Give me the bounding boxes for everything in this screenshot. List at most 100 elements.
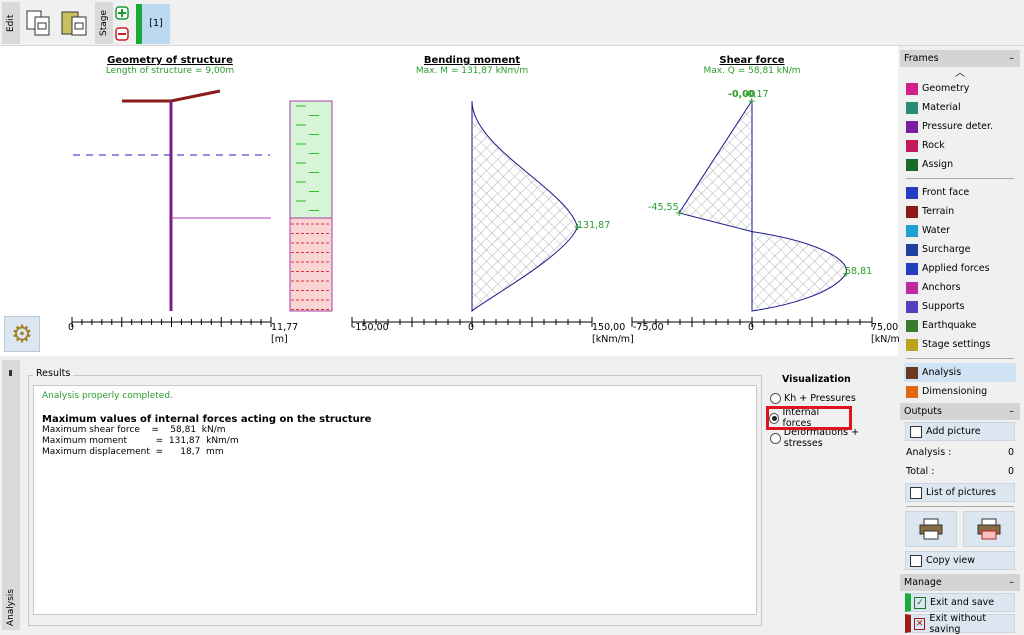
sidebar-item-supports[interactable]: Supports — [900, 297, 1020, 316]
result-line: Maximum moment = 131,87 kNm/m — [42, 436, 239, 446]
shear-min-label: -45,55 — [648, 202, 679, 213]
drawing-canvas[interactable]: Geometry of structure Length of structur… — [0, 46, 903, 356]
sidebar: Frames – ︿ Geometry Material Pressure deter… — [900, 50, 1020, 635]
sidebar-item-geometry[interactable]: Geometry — [900, 79, 1020, 98]
terrain-line — [122, 89, 221, 103]
pressure-deter-icon — [906, 120, 918, 133]
sidebar-item-terrain[interactable]: Terrain — [900, 202, 1020, 221]
toolbar: Edit Stage [1] — [0, 0, 1024, 46]
sidebar-item-anchors[interactable]: Anchors — [900, 278, 1020, 297]
sidebar-item-surcharge[interactable]: Surcharge — [900, 240, 1020, 259]
shear-curve-negative — [678, 100, 753, 233]
shear-axis-max: 75,00 — [871, 322, 899, 333]
result-line: Maximum shear force = 58,81 kN/m — [42, 425, 226, 435]
list-pictures-button[interactable]: List of pictures — [905, 483, 1015, 502]
sidebar-item-stage-settings[interactable]: Stage settings — [900, 335, 1020, 354]
pin-icon — [9, 370, 12, 376]
soil-layer-2 — [289, 217, 333, 312]
analysis-count: 0 — [1007, 447, 1014, 458]
geometry-axis-max: 11,77 — [271, 322, 299, 333]
geometry-axis-unit: [m] — [271, 334, 288, 345]
radio-internal-forces[interactable]: Internal forces — [766, 406, 852, 430]
copy-view-button[interactable]: Copy view — [905, 551, 1015, 570]
exit-and-save-button[interactable]: ✓ Exit and save — [905, 593, 1015, 612]
stage-tab[interactable]: Stage — [95, 2, 113, 44]
soil-layer-1 — [289, 100, 333, 219]
outputs-header[interactable]: Outputs – — [900, 403, 1020, 420]
results-group-label: Results — [33, 368, 74, 379]
moment-curve — [471, 100, 579, 313]
sidebar-item-front-face[interactable]: Front face — [900, 183, 1020, 202]
moment-peak-label: 131,87 — [577, 220, 611, 231]
sidebar-item-applied-forces[interactable]: Applied forces — [900, 259, 1020, 278]
results-heading: Maximum values of internal forces acting… — [42, 414, 372, 425]
moment-axis-zero: 0 — [468, 322, 475, 333]
copy-icon[interactable] — [24, 8, 54, 38]
stage-1-button[interactable]: [1] — [136, 4, 170, 44]
scroll-up-icon[interactable]: ︿ — [900, 67, 1020, 79]
total-count: 0 — [1007, 466, 1014, 477]
status-text: Analysis properly completed. — [42, 391, 173, 401]
settings-gear-icon[interactable]: ⚙ — [4, 316, 40, 352]
add-stage-icon[interactable] — [115, 6, 129, 20]
applied-forces-icon — [906, 262, 918, 275]
moment-axis-min: -150,00 — [352, 322, 389, 333]
front-face-icon — [906, 186, 918, 199]
moment-axis-unit: [kNm/m] — [592, 334, 634, 345]
sidebar-item-rock[interactable]: Rock — [900, 136, 1020, 155]
radio-deformations-stresses[interactable]: Deformations + stresses — [770, 427, 898, 449]
shear-axis-min: -75,00 — [633, 322, 664, 333]
geometry-drawing — [73, 89, 333, 312]
rock-icon — [906, 139, 918, 152]
results-text: Analysis properly completed. Maximum val… — [33, 385, 757, 615]
add-picture-button[interactable]: Add picture — [905, 422, 1015, 441]
print-button[interactable] — [905, 511, 957, 547]
moment-axis-max: 150,00 — [592, 322, 626, 333]
shear-curve-positive — [751, 231, 847, 312]
water-icon — [906, 224, 918, 237]
printer-pdf-icon — [977, 518, 1001, 540]
check-icon: ✓ — [914, 596, 926, 609]
analysis-side-tab[interactable]: Analysis — [2, 360, 20, 630]
exit-without-saving-button[interactable]: ✕ Exit without saving — [905, 613, 1015, 635]
geometry-icon — [906, 82, 918, 95]
results-panel: Analysis Results Analysis properly compl… — [0, 358, 898, 632]
material-icon — [906, 101, 918, 114]
copy-view-icon — [910, 554, 922, 567]
surcharge-icon — [906, 243, 918, 256]
geometry-axis-min: 0 — [68, 322, 75, 333]
printer-icon — [919, 518, 943, 540]
terrain-icon — [906, 205, 918, 218]
remove-stage-icon[interactable] — [115, 27, 129, 41]
earthquake-icon — [906, 319, 918, 332]
sidebar-item-earthquake[interactable]: Earthquake — [900, 316, 1020, 335]
manage-header[interactable]: Manage – — [900, 574, 1020, 591]
print-export-button[interactable] — [963, 511, 1015, 547]
shear-axis-zero: 0 — [748, 322, 755, 333]
frames-header[interactable]: Frames – — [900, 50, 1020, 67]
x-icon: ✕ — [914, 617, 926, 630]
add-picture-icon — [910, 425, 922, 438]
shear-top-label: -0,17 — [744, 89, 769, 100]
analysis-icon — [906, 366, 918, 379]
total-count-label: Total : — [906, 466, 935, 477]
visualization-options: Kh + Pressures Internal forces Deformati… — [766, 388, 898, 449]
sidebar-item-assign[interactable]: Assign — [900, 155, 1020, 174]
anchors-icon — [906, 281, 918, 294]
sidebar-item-pressure-deter[interactable]: Pressure deter. — [900, 117, 1020, 136]
supports-icon — [906, 300, 918, 313]
shear-axis-unit: [kN/m] — [871, 334, 904, 345]
sidebar-item-water[interactable]: Water — [900, 221, 1020, 240]
result-line: Maximum displacement = 18,7 mm — [42, 447, 224, 457]
analysis-count-label: Analysis : — [906, 447, 952, 458]
assign-icon — [906, 158, 918, 171]
sidebar-item-analysis[interactable]: Analysis — [904, 363, 1016, 382]
list-pictures-icon — [910, 486, 922, 499]
radio-kh-pressures[interactable]: Kh + Pressures — [770, 388, 898, 408]
paste-icon[interactable] — [60, 8, 90, 38]
sidebar-item-dimensioning[interactable]: Dimensioning — [900, 382, 1020, 401]
shear-max-label: 58,81 — [845, 266, 873, 277]
edit-tab[interactable]: Edit — [2, 2, 20, 44]
sidebar-item-material[interactable]: Material — [900, 98, 1020, 117]
stage-settings-icon — [906, 338, 918, 351]
